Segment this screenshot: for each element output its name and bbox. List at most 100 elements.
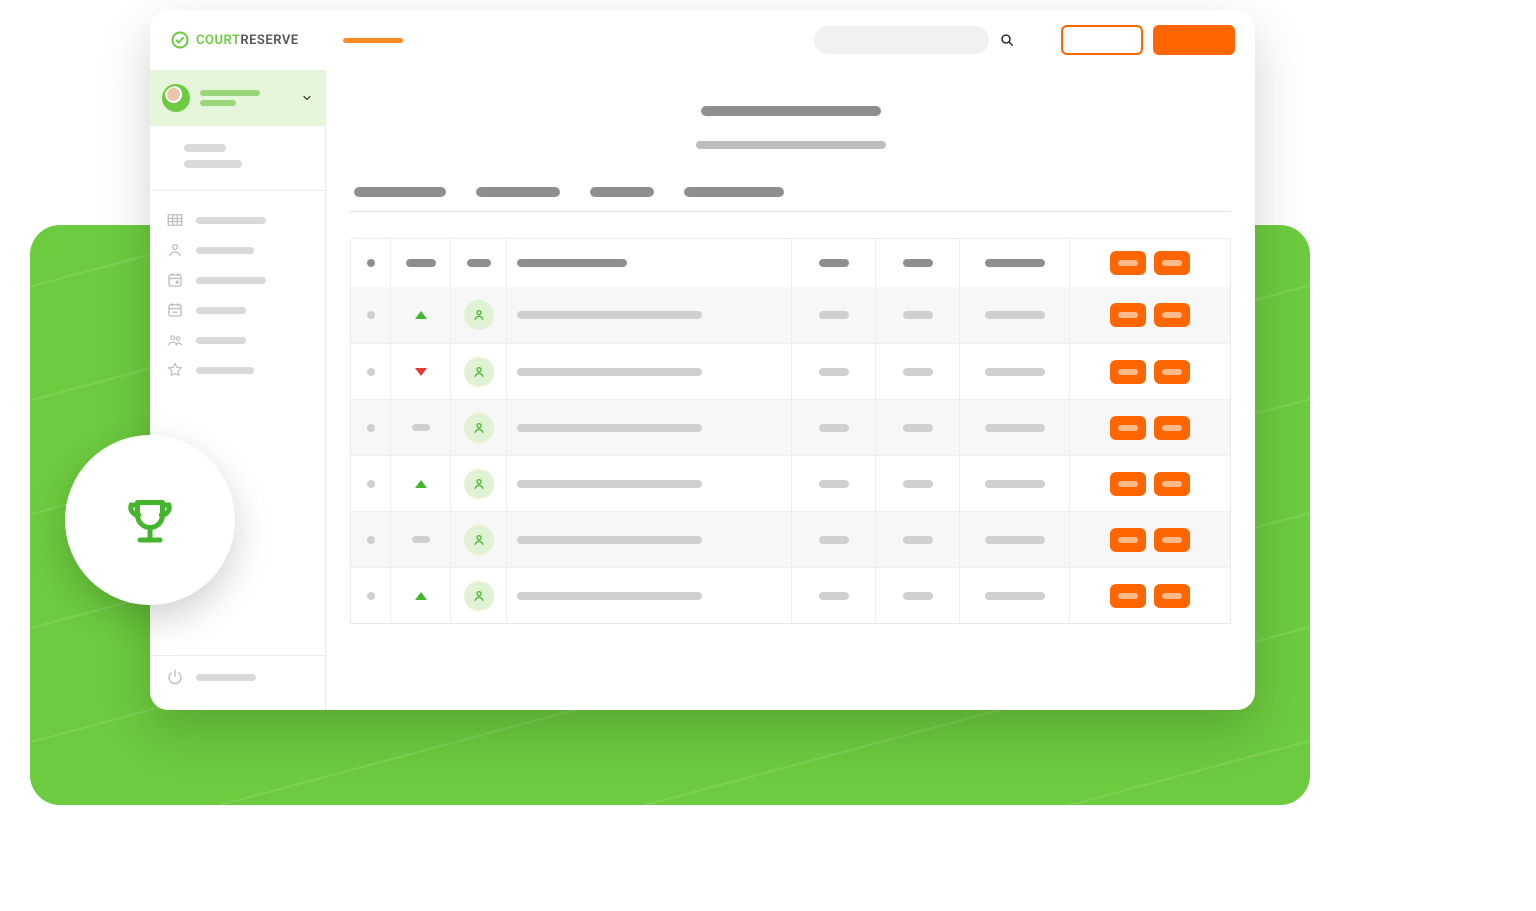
row-c3 [985,480,1045,488]
brand-logo[interactable]: COURTRESERVE [170,30,315,50]
row-c3 [985,368,1045,376]
sidebar-item[interactable] [150,235,325,265]
page-header [350,88,1231,159]
user-name-block [200,90,291,106]
person-badge[interactable] [464,300,494,330]
sidebar-footer-item[interactable] [150,655,325,698]
calendar-event-icon [166,271,184,289]
row-name [517,480,702,488]
person-badge[interactable] [464,469,494,499]
sidebar-item[interactable] [150,295,325,325]
row-action-button[interactable] [1154,303,1190,327]
row-c3 [985,592,1045,600]
person-badge[interactable] [464,525,494,555]
data-table [350,238,1231,624]
brand-part1: COURT [196,33,240,48]
col-header [985,259,1045,267]
person-badge[interactable] [464,413,494,443]
trend-flat-icon [412,424,430,431]
calendar-minus-icon [166,301,184,319]
tab[interactable] [590,187,654,197]
col-header [367,259,375,267]
row-action-button[interactable] [1110,303,1146,327]
user-name [200,90,260,96]
active-page-indicator[interactable] [343,38,403,43]
search-icon[interactable] [999,32,1015,48]
brand-part2: RESERVE [240,33,298,48]
table-row [351,343,1230,399]
header-action-button[interactable] [1154,251,1190,275]
primary-action-button[interactable] [1153,25,1235,55]
row-c2 [903,311,933,319]
table-row [351,455,1230,511]
col-header [903,259,933,267]
table-header-row [351,239,1230,287]
row-name [517,311,702,319]
sidebar-item[interactable] [150,265,325,295]
row-c2 [903,592,933,600]
page-title [701,106,881,116]
sidebar-item-label [196,337,246,344]
check-circle-icon [170,30,190,50]
person-badge[interactable] [464,581,494,611]
row-action-button[interactable] [1110,528,1146,552]
search-input[interactable] [814,26,989,54]
row-c1 [819,592,849,600]
status-indicator [367,311,375,319]
sidebar-footer-label [196,674,256,681]
trophy-icon [120,490,180,550]
col-header [406,259,436,267]
table-row [351,511,1230,567]
tab[interactable] [476,187,560,197]
col-header [467,259,491,267]
sidebar-item[interactable] [150,325,325,355]
group-icon [166,331,184,349]
row-c1 [819,424,849,432]
table-row [351,287,1230,343]
status-indicator [367,480,375,488]
status-indicator [367,368,375,376]
row-action-button[interactable] [1154,360,1190,384]
row-action-button[interactable] [1154,416,1190,440]
user-switcher[interactable] [150,70,325,126]
trend-up-icon [415,311,427,319]
person-badge[interactable] [464,357,494,387]
sidebar-item-label [196,247,254,254]
row-action-button[interactable] [1154,584,1190,608]
row-action-button[interactable] [1110,360,1146,384]
page-subtitle [696,141,886,149]
row-c2 [903,368,933,376]
row-c1 [819,480,849,488]
row-action-button[interactable] [1110,472,1146,496]
power-icon [166,668,184,686]
trend-down-icon [415,368,427,376]
status-indicator [367,536,375,544]
row-name [517,368,702,376]
row-c2 [903,480,933,488]
row-c1 [819,368,849,376]
row-action-button[interactable] [1110,584,1146,608]
tab[interactable] [354,187,446,197]
row-c2 [903,536,933,544]
secondary-action-button[interactable] [1061,25,1143,55]
status-indicator [367,592,375,600]
row-name [517,424,702,432]
row-action-button[interactable] [1110,416,1146,440]
row-action-button[interactable] [1154,472,1190,496]
sidebar-item[interactable] [150,205,325,235]
table-row [351,567,1230,623]
col-header [819,259,849,267]
sidebar-item[interactable] [150,355,325,385]
header-action-button[interactable] [1110,251,1146,275]
sidebar-item-label [196,277,266,284]
tab[interactable] [684,187,784,197]
row-name [517,592,702,600]
status-indicator [367,424,375,432]
sidebar-heading-line1 [184,144,226,152]
main-content [326,70,1255,710]
row-c3 [985,311,1045,319]
top-actions [1061,25,1235,55]
sidebar [150,70,326,710]
row-action-button[interactable] [1154,528,1190,552]
star-icon [166,361,184,379]
